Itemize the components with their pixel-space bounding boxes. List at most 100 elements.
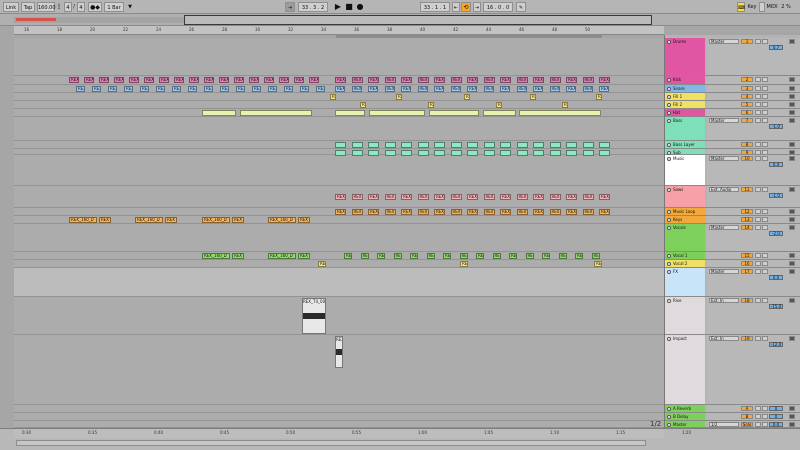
arrangement-clip[interactable]: REX	[476, 253, 484, 259]
arrangement-clip[interactable]	[417, 142, 429, 148]
arrangement-clip[interactable]: REX	[500, 77, 511, 83]
arrangement-clip[interactable]	[500, 142, 511, 148]
arrangement-clip[interactable]: REX	[582, 77, 594, 83]
arrangement-clip[interactable]: REX	[344, 253, 352, 259]
arrangement-clip[interactable]: REX_160_D	[268, 253, 296, 259]
solo-button[interactable]	[755, 336, 761, 341]
arrangement-clip[interactable]	[384, 142, 396, 148]
track-name[interactable]: Fill 1	[665, 93, 705, 100]
arrangement-clip[interactable]	[450, 150, 462, 156]
track-lane[interactable]	[14, 252, 664, 260]
arrangement-clip[interactable]: REX	[575, 253, 583, 259]
impact-audio-clip[interactable]: REX	[335, 336, 343, 368]
arrangement-clip[interactable]: REX	[500, 86, 510, 92]
arrangement-clip[interactable]: REX	[268, 86, 277, 92]
solo-button[interactable]	[755, 156, 761, 161]
track-header[interactable]: Keys 13	[665, 216, 800, 224]
track-header[interactable]: Snare 3	[665, 85, 800, 93]
arrangement-clip[interactable]: REX	[401, 209, 412, 215]
arrangement-clip[interactable]: REX	[351, 193, 363, 200]
track-output-select[interactable]: Master	[709, 39, 739, 44]
arrangement-clip[interactable]: REX	[188, 86, 197, 92]
arrangement-clip[interactable]: REX	[450, 86, 461, 92]
arrangement-clip[interactable]	[202, 110, 236, 116]
track-volume-field[interactable]: -1.0	[769, 124, 783, 129]
arrangement-clip[interactable]: REX	[264, 77, 274, 83]
arrangement-clip[interactable]: REX	[368, 86, 378, 92]
track-activator-button[interactable]: 16	[741, 261, 753, 266]
arrangement-clip[interactable]: REX	[368, 193, 379, 200]
arm-button[interactable]	[762, 110, 768, 115]
arrangement-clip[interactable]: REX	[467, 209, 478, 215]
track-activator-button[interactable]: 14	[741, 225, 753, 230]
track-header[interactable]: Impact Ext. In 19 -12.0	[665, 335, 800, 405]
arrangement-view[interactable]: Drop Files and Devices Here REXREXREXREX…	[14, 38, 664, 428]
track-activator-button[interactable]: 10	[741, 156, 753, 161]
arm-button[interactable]	[762, 406, 768, 411]
arrangement-clip[interactable]: REX	[144, 77, 154, 83]
track-activator-icon[interactable]	[667, 262, 671, 266]
arrangement-clip[interactable]: REX	[129, 77, 139, 83]
track-activator-icon[interactable]	[667, 407, 671, 411]
arrangement-clip[interactable]	[450, 142, 462, 148]
track-activator-button[interactable]: 1	[741, 39, 753, 44]
arrangement-clip[interactable]: REX	[236, 86, 245, 92]
signature-denominator[interactable]: 4	[77, 2, 85, 12]
monitor-icon[interactable]	[789, 225, 795, 230]
track-header[interactable]: FX Master 17 0.0	[665, 268, 800, 297]
track-activator-icon[interactable]	[667, 337, 671, 341]
track-activator-button[interactable]: B	[741, 414, 753, 419]
track-activator-button[interactable]: 2	[741, 77, 753, 82]
arm-button[interactable]	[762, 422, 768, 427]
arrangement-clip[interactable]: REX	[599, 86, 609, 92]
track-activator-button[interactable]: Solo	[741, 422, 753, 427]
track-activator-icon[interactable]	[667, 40, 671, 44]
monitor-icon[interactable]	[789, 414, 795, 419]
arrangement-clip[interactable]	[599, 142, 610, 148]
arrangement-clip[interactable]: REX	[426, 253, 435, 259]
track-header[interactable]: Vocal 1 15	[665, 252, 800, 260]
arm-button[interactable]	[762, 225, 768, 230]
track-lane[interactable]	[14, 405, 664, 413]
arrangement-clip[interactable]: REX	[483, 77, 495, 83]
track-activator-icon[interactable]	[667, 157, 671, 161]
arrangement-clip[interactable]: REX	[309, 77, 319, 83]
track-activator-icon[interactable]	[667, 188, 671, 192]
track-volume-field[interactable]: 0	[769, 414, 783, 419]
horizontal-scrollbar[interactable]	[16, 440, 646, 446]
arrangement-clip[interactable]: REX	[172, 86, 181, 92]
arrangement-clip[interactable]: REX	[562, 102, 568, 108]
arrangement-clip[interactable]: REX	[566, 193, 577, 200]
arrangement-clip[interactable]	[434, 142, 445, 148]
arrangement-clip[interactable]	[368, 150, 379, 156]
track-volume-field[interactable]: 0.7	[769, 45, 783, 50]
track-output-select[interactable]: Master	[709, 269, 739, 274]
monitor-icon[interactable]	[789, 298, 795, 303]
arrangement-clip[interactable]: REX	[533, 77, 544, 83]
arrangement-clip[interactable]: REX	[417, 193, 429, 200]
track-activator-icon[interactable]	[667, 87, 671, 91]
arrangement-clip[interactable]: REX	[549, 86, 560, 92]
arrangement-clip[interactable]	[533, 150, 544, 156]
track-header[interactable]: Music Loop 12	[665, 208, 800, 216]
arrangement-clip[interactable]: REX	[384, 86, 395, 92]
arrangement-clip[interactable]: REX	[330, 94, 336, 100]
arrangement-clip[interactable]: REX	[401, 86, 411, 92]
arrangement-clip[interactable]: REX	[434, 193, 445, 200]
track-header[interactable]: Saws Ext. Audio 11 -1.0	[665, 186, 800, 208]
track-name[interactable]: FX	[665, 268, 705, 296]
track-lane[interactable]	[14, 224, 664, 252]
arrangement-clip[interactable]	[467, 142, 478, 148]
arrangement-clip[interactable]: REX	[84, 77, 94, 83]
arrangement-clip[interactable]	[401, 150, 412, 156]
arrangement-clip[interactable]: REX	[596, 94, 602, 100]
arrangement-clip[interactable]: REX	[360, 253, 369, 259]
track-lane[interactable]	[14, 260, 664, 268]
solo-button[interactable]	[755, 118, 761, 123]
solo-button[interactable]	[755, 102, 761, 107]
arm-button[interactable]	[762, 39, 768, 44]
loop-start-field[interactable]: 33 . 1 . 1	[420, 2, 450, 12]
arrangement-clip[interactable]: REX	[459, 253, 468, 259]
signature-numerator[interactable]: 4	[64, 2, 72, 12]
arrangement-clip[interactable]: REX	[533, 86, 543, 92]
